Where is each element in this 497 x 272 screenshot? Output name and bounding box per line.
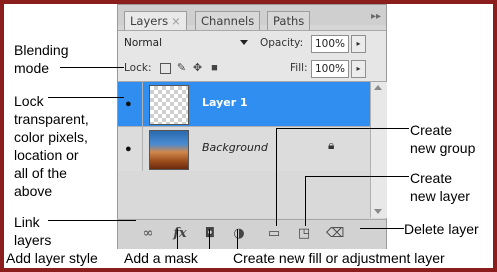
callout-line-text: Blending [14, 42, 69, 58]
scroll-down-icon[interactable] [374, 209, 382, 214]
blend-opacity-row: Normal Opacity: 100% ▸ [118, 30, 386, 57]
opacity-field[interactable]: 100% [311, 35, 349, 53]
add-mask-callout: Add a mask [124, 250, 198, 266]
eye-icon: ● [125, 143, 132, 155]
leader-line [209, 229, 210, 249]
callout-line-text: mode [14, 60, 50, 76]
callout-line-text: layers [14, 232, 52, 248]
opacity-stepper-icon[interactable]: ▸ [351, 35, 366, 53]
tab-paths[interactable]: Paths [267, 11, 311, 30]
close-icon[interactable]: × [171, 14, 181, 28]
callout-line-text: transparent, [14, 111, 89, 127]
canvas: Layers × Channels Paths ▸▸ Normal Opacity… [4, 4, 493, 268]
new-layer-callout: Create new layer [410, 169, 470, 205]
adjustment-icon[interactable]: ◑ [231, 226, 247, 242]
fill-stepper-icon[interactable]: ▸ [351, 60, 366, 78]
callout-line-text: new group [410, 140, 476, 156]
layer-name: Layer 1 [202, 96, 248, 109]
callout-line-text: new layer [410, 188, 470, 204]
leader-line [276, 128, 277, 226]
new-layer-icon[interactable]: ◳ [296, 226, 312, 242]
tab-layers[interactable]: Layers × [124, 11, 187, 31]
layers-list: ● Layer 1 ● Background 🔒︎ [118, 82, 370, 218]
callout-line-text: color pixels, [14, 129, 88, 145]
eye-icon: ● [125, 98, 132, 110]
lock-transparent-icon[interactable] [160, 63, 171, 74]
scrollbar[interactable] [370, 82, 387, 218]
new-fill-callout: Create new fill or adjustment layer [233, 250, 445, 266]
panel-menu-icon[interactable]: ▸▸ [371, 11, 381, 22]
leader-line [177, 229, 178, 249]
callout-line-text: above [14, 183, 53, 199]
callout-line-text: Create [410, 122, 453, 138]
tab-channels-label: Channels [201, 14, 255, 28]
fill-label: Fill: [290, 62, 308, 74]
brush-lock-icon[interactable]: ✎ [176, 63, 187, 74]
fill-field[interactable]: 100% [311, 60, 349, 78]
layer-thumbnail [149, 130, 189, 170]
tab-layers-label: Layers [130, 14, 169, 28]
mask-icon[interactable]: ◘ [202, 226, 218, 242]
leader-line [305, 176, 306, 226]
fx-icon[interactable]: fx [168, 226, 192, 242]
visibility-toggle[interactable]: ● [118, 127, 143, 171]
blend-mode-select[interactable]: Normal [124, 35, 248, 52]
layers-panel: Layers × Channels Paths ▸▸ Normal Opacity… [117, 4, 387, 249]
callout-line-text: Link [14, 214, 40, 230]
scroll-up-icon[interactable] [374, 85, 382, 90]
chevron-down-icon[interactable] [240, 40, 248, 45]
new-group-callout: Create new group [410, 121, 475, 157]
layer-row[interactable]: ● Background 🔒︎ [118, 126, 370, 171]
move-lock-icon[interactable]: ✥ [192, 63, 203, 74]
lock-icon: 🔒︎ [328, 138, 335, 152]
tab-channels[interactable]: Channels [195, 11, 261, 30]
leader-line [360, 228, 404, 229]
leader-line [60, 67, 124, 68]
callout-line-text: Create [410, 170, 453, 186]
trash-icon[interactable]: ⌫ [326, 226, 344, 242]
leader-line [237, 229, 238, 249]
tab-paths-label: Paths [273, 14, 305, 28]
layer-thumbnail [149, 85, 189, 125]
link-layers-callout: Link layers [14, 213, 51, 249]
folder-icon[interactable]: ▭ [266, 226, 282, 242]
lock-label: Lock: [124, 62, 152, 74]
lock-all-icon[interactable]: ■ [209, 63, 220, 74]
layer-name: Background [202, 141, 268, 154]
lock-fill-row: Lock: ✎ ✥ ■ Fill: 100% ▸ [118, 57, 386, 82]
panel-bottom-toolbar: ∞ fx ◘ ◑ ▭ ◳ ⌫ [118, 219, 386, 249]
leader-line [276, 128, 409, 129]
blending-mode-callout: Blending mode [14, 41, 69, 77]
leader-line [305, 176, 409, 177]
opacity-label: Opacity: [260, 37, 304, 49]
lock-callout: Lock transparent, color pixels, location… [14, 92, 89, 200]
callout-line-text: all of the [14, 165, 67, 181]
leader-line [48, 220, 136, 221]
visibility-toggle[interactable]: ● [118, 82, 143, 126]
add-layer-style-callout: Add layer style [6, 250, 98, 266]
link-icon[interactable]: ∞ [138, 226, 158, 242]
callout-line-text: Lock [14, 93, 44, 109]
layer-row[interactable]: ● Layer 1 [118, 82, 370, 126]
leader-line [48, 97, 124, 98]
delete-layer-callout: Delete layer [404, 221, 479, 237]
callout-line-text: location or [14, 147, 79, 163]
